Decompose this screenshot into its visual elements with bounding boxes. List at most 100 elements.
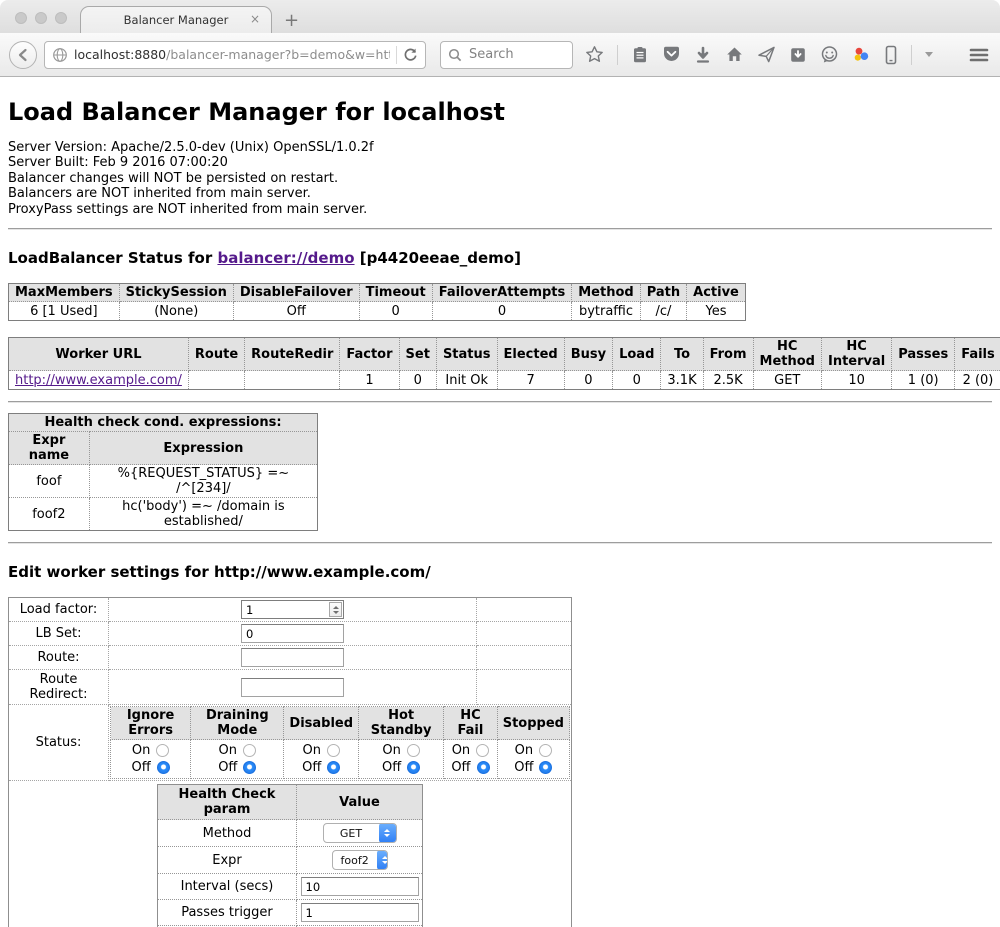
- pocket-icon[interactable]: [662, 45, 681, 64]
- interval-input[interactable]: [301, 877, 419, 896]
- status-row: Status: Ignore Errors Draining Mode Disa…: [9, 705, 572, 781]
- minimize-window-button[interactable]: [35, 12, 47, 24]
- search-bar[interactable]: [440, 41, 573, 69]
- passes-input[interactable]: [301, 903, 419, 922]
- search-input[interactable]: [467, 46, 557, 63]
- draining-mode-on-radio[interactable]: [243, 744, 256, 757]
- device-icon[interactable]: [884, 45, 898, 65]
- load-factor-row: Load factor:: [9, 598, 572, 622]
- status-radio-row: On Off On Off On Off: [111, 740, 570, 779]
- url-bar[interactable]: localhost:8880/balancer-manager?b=demo&w…: [44, 41, 426, 69]
- new-tab-button[interactable]: +: [284, 12, 299, 30]
- load-factor-label: Load factor:: [9, 598, 109, 622]
- cell-set: 0: [399, 371, 436, 390]
- col-to: To: [661, 338, 703, 371]
- route-redirect-row: Route Redirect:: [9, 670, 572, 705]
- col-status: Status: [436, 338, 497, 371]
- balancer-row: 6 [1 Used] (None) Off 0 0 bytraffic /c/ …: [9, 302, 746, 321]
- url-text[interactable]: localhost:8880/balancer-manager?b=demo&w…: [74, 47, 390, 62]
- radio-on-label: On: [132, 742, 150, 759]
- status-header-row: Ignore Errors Draining Mode Disabled Hot…: [111, 707, 570, 740]
- back-button[interactable]: [9, 41, 37, 69]
- hc-fail-on-radio[interactable]: [476, 744, 489, 757]
- col-failoverattempts: FailoverAttempts: [432, 284, 572, 302]
- cell-maxmembers: 6 [1 Used]: [9, 302, 120, 321]
- method-select[interactable]: GET: [323, 823, 397, 843]
- col-hc-value: Value: [297, 785, 423, 820]
- cell-hc-method: GET: [753, 371, 821, 390]
- chat-icon[interactable]: [820, 45, 839, 64]
- col-disabled: Disabled: [284, 707, 359, 740]
- home-icon[interactable]: [725, 45, 744, 64]
- globe-icon: [52, 47, 68, 63]
- col-disablefailover: DisableFailover: [233, 284, 359, 302]
- divider: [8, 542, 992, 544]
- zoom-window-button[interactable]: [55, 12, 67, 24]
- close-window-button[interactable]: [15, 12, 27, 24]
- method-select-value: GET: [324, 827, 379, 840]
- empty-cell: [477, 598, 572, 622]
- ignore-errors-on-radio[interactable]: [156, 744, 169, 757]
- col-route: Route: [188, 338, 244, 371]
- route-label: Route:: [9, 646, 109, 670]
- radio-off-label: Off: [514, 759, 533, 776]
- col-worker-url: Worker URL: [9, 338, 189, 371]
- balancer-link[interactable]: balancer://demo: [217, 249, 354, 267]
- worker-row: http://www.example.com/ 1 0 Init Ok 7 0 …: [9, 371, 1000, 390]
- hc-expr-label: Expr: [158, 847, 297, 874]
- worker-url-link[interactable]: http://www.example.com/: [15, 373, 182, 388]
- col-busy: Busy: [564, 338, 612, 371]
- bookmark-star-icon[interactable]: [585, 45, 604, 64]
- col-expression: Expression: [89, 432, 317, 465]
- radio-on-label: On: [452, 742, 470, 759]
- cell-method: bytraffic: [572, 302, 640, 321]
- disabled-on-radio[interactable]: [327, 744, 340, 757]
- reload-icon[interactable]: [403, 47, 418, 62]
- colors-icon[interactable]: [852, 45, 871, 64]
- chevron-down-icon[interactable]: [925, 52, 933, 57]
- browser-window: Balancer Manager × + localhost:8880/bala…: [0, 0, 1000, 927]
- page-title: Load Balancer Manager for localhost: [8, 98, 992, 126]
- health-check-table: Health Check param Value Method GET: [157, 784, 423, 927]
- route-input[interactable]: [241, 648, 344, 667]
- expressions-title: Health check cond. expressions:: [9, 414, 318, 432]
- reading-list-icon[interactable]: [631, 46, 649, 64]
- cell-expr-name: foof2: [9, 498, 90, 531]
- radio-on-label: On: [382, 742, 400, 759]
- ignore-errors-off-radio[interactable]: [157, 761, 170, 774]
- hot-standby-off-radio[interactable]: [407, 761, 420, 774]
- col-routeredir: RouteRedir: [245, 338, 340, 371]
- disabled-off-radio[interactable]: [327, 761, 340, 774]
- radio-on-label: On: [219, 742, 237, 759]
- search-icon: [448, 48, 462, 62]
- heading-prefix: LoadBalancer Status for: [8, 249, 217, 267]
- hc-fail-off-radio[interactable]: [477, 761, 490, 774]
- stepper-icon[interactable]: [329, 602, 342, 617]
- lb-set-input[interactable]: [241, 624, 344, 643]
- tab-title: Balancer Manager: [124, 13, 229, 27]
- toolbar-divider: [617, 45, 618, 65]
- expr-select-value: foof2: [333, 854, 377, 867]
- tab-balancer-manager[interactable]: Balancer Manager ×: [80, 6, 272, 33]
- col-hc-interval: HC Interval: [821, 338, 891, 371]
- proxypass-note-line: ProxyPass settings are NOT inherited fro…: [8, 202, 992, 217]
- stopped-on-radio[interactable]: [539, 744, 552, 757]
- draining-mode-off-radio[interactable]: [243, 761, 256, 774]
- radio-off-label: Off: [131, 759, 150, 776]
- save-page-icon[interactable]: [789, 46, 807, 64]
- tab-close-icon[interactable]: ×: [250, 13, 260, 25]
- send-icon[interactable]: [757, 45, 776, 64]
- stopped-off-radio[interactable]: [539, 761, 552, 774]
- hot-standby-on-radio[interactable]: [407, 744, 420, 757]
- hc-interval-label: Interval (secs): [158, 874, 297, 900]
- hc-passes-label: Passes trigger: [158, 900, 297, 926]
- download-icon[interactable]: [694, 46, 712, 64]
- col-method: Method: [572, 284, 640, 302]
- status-label: Status:: [9, 705, 109, 781]
- expr-select[interactable]: foof2: [332, 850, 388, 870]
- radio-on-label: On: [302, 742, 320, 759]
- route-redirect-input[interactable]: [241, 678, 344, 697]
- radio-off-label: Off: [451, 759, 470, 776]
- status-table: Ignore Errors Draining Mode Disabled Hot…: [110, 706, 570, 779]
- menu-icon[interactable]: [969, 47, 989, 63]
